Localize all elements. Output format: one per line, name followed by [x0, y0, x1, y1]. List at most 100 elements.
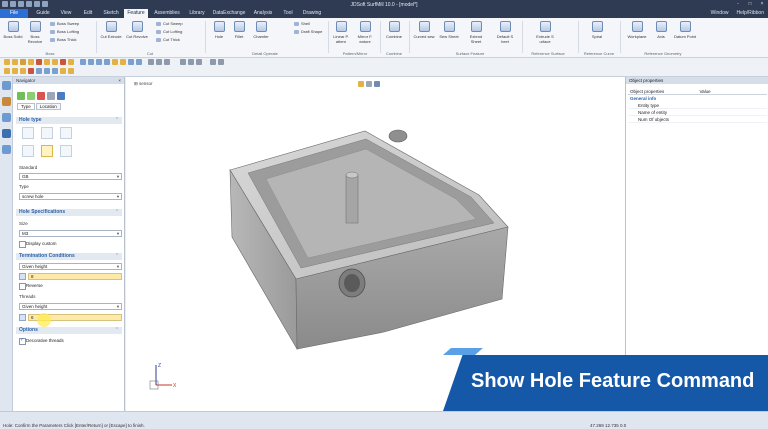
decorative-threads-checkbox[interactable]: Decorative threads: [19, 337, 64, 345]
termination-depth-input[interactable]: 8: [28, 273, 122, 280]
hole-button[interactable]: Hole: [208, 21, 230, 39]
tab-feature[interactable]: Feature: [124, 9, 148, 18]
fit-icon[interactable]: [136, 59, 142, 65]
cut-sweep-button[interactable]: Cut Sweep: [156, 21, 183, 27]
hide-icon[interactable]: [60, 68, 66, 74]
default-sheet-button[interactable]: Default S heet: [494, 21, 516, 44]
boss-lofting-button[interactable]: Boss Lofting: [50, 29, 79, 35]
collapse-icon[interactable]: ⌃: [115, 253, 119, 260]
show-icon[interactable]: [68, 68, 74, 74]
extrude-surface-button[interactable]: Extrude S urface: [534, 21, 556, 44]
snap-intersect-icon[interactable]: [36, 59, 42, 65]
boss-thick-button[interactable]: Boss Thick: [50, 37, 77, 43]
tab-file[interactable]: File: [0, 9, 28, 18]
snap-tangent-icon[interactable]: [44, 59, 50, 65]
sew-sheet-button[interactable]: Sew Sheet: [438, 21, 460, 39]
hole-type-simple[interactable]: [22, 127, 34, 139]
chamfer-button[interactable]: Chamfer: [250, 21, 272, 39]
view-right-icon[interactable]: [96, 59, 102, 65]
tab-sketch[interactable]: Sketch: [100, 9, 122, 18]
wireframe-icon[interactable]: [156, 59, 162, 65]
plane-xy-icon[interactable]: [4, 68, 10, 74]
measure-icon[interactable]: [196, 59, 202, 65]
tab-guide[interactable]: Guide: [32, 9, 54, 18]
maximize-button[interactable]: □: [746, 1, 754, 7]
snap-center-icon[interactable]: [28, 59, 34, 65]
snap-midpoint-icon[interactable]: [20, 59, 26, 65]
apply-icon[interactable]: [27, 92, 35, 100]
hole-type-tapered[interactable]: [22, 145, 34, 157]
delete-icon[interactable]: [28, 68, 34, 74]
tab-type[interactable]: Type: [17, 103, 35, 110]
section-termination-conditions[interactable]: Termination Conditions ⌃: [16, 253, 122, 260]
layer-panel-icon[interactable]: [2, 97, 11, 106]
depth-icon[interactable]: [19, 273, 26, 280]
shell-button[interactable]: Shell: [294, 21, 310, 27]
boss-sweep-button[interactable]: Boss Sweep: [50, 21, 79, 27]
extend-sheet-button[interactable]: Extend Sheet: [465, 21, 487, 44]
hole-type-pipe[interactable]: [60, 145, 72, 157]
curved-sew-button[interactable]: Curved sew: [413, 21, 435, 39]
hole-type-screw[interactable]: [41, 145, 53, 157]
snap-off-icon[interactable]: [60, 59, 66, 65]
help-menu[interactable]: Help/Ribbon: [736, 9, 764, 18]
properties-group-general[interactable]: General info: [628, 96, 767, 102]
collapse-icon[interactable]: ⌃: [115, 117, 119, 124]
hole-type-counterbore[interactable]: [41, 127, 53, 139]
navigator-panel-icon[interactable]: [2, 81, 11, 90]
combine-button[interactable]: Combine: [383, 21, 405, 39]
workplane-button[interactable]: Workplane: [626, 21, 648, 39]
tab-view[interactable]: View: [56, 9, 76, 18]
cut-revolve-button[interactable]: Cut Revolve: [126, 21, 148, 39]
close-button[interactable]: ×: [758, 1, 766, 7]
tab-location[interactable]: Location: [35, 103, 61, 110]
axis-button[interactable]: Axis: [650, 21, 672, 39]
view-iso-icon[interactable]: [104, 59, 110, 65]
history-panel-icon[interactable]: [2, 145, 11, 154]
layer-icon[interactable]: [180, 59, 186, 65]
zoom-icon[interactable]: [112, 59, 118, 65]
filter-icon[interactable]: [218, 59, 224, 65]
select-icon[interactable]: [210, 59, 216, 65]
size-select[interactable]: M3 ▼: [19, 230, 122, 237]
cut-extrude-button[interactable]: Cut Extrude: [100, 21, 122, 39]
plane-yz-icon[interactable]: [12, 68, 18, 74]
copy-icon[interactable]: [36, 68, 42, 74]
draft-shape-button[interactable]: Draft Shape: [294, 29, 322, 35]
window-menu[interactable]: Window: [711, 9, 729, 18]
depth-icon[interactable]: [19, 314, 26, 321]
threads-select[interactable]: Given height ▼: [19, 303, 122, 310]
cut-thick-button[interactable]: Cut Thick: [156, 37, 180, 43]
view-front-icon[interactable]: [88, 59, 94, 65]
collapse-icon[interactable]: ⌃: [115, 209, 119, 216]
confirm-icon[interactable]: [17, 92, 25, 100]
transform-icon[interactable]: [52, 68, 58, 74]
type-select[interactable]: screw hole ▼: [19, 193, 122, 200]
fillet-button[interactable]: Fillet: [228, 21, 250, 39]
library-panel-icon[interactable]: [2, 129, 11, 138]
snap-grid-icon[interactable]: [68, 59, 74, 65]
reverse-checkbox[interactable]: Reverse: [19, 283, 43, 290]
display-custom-checkbox[interactable]: Display custom: [19, 241, 57, 248]
linear-pattern-button[interactable]: Linear P. attern: [330, 21, 352, 44]
view-top-icon[interactable]: [80, 59, 86, 65]
close-icon[interactable]: ×: [118, 77, 121, 84]
render-mode-icon[interactable]: [148, 59, 154, 65]
tab-tool[interactable]: Tool: [280, 9, 296, 18]
tab-edit[interactable]: Edit: [78, 9, 98, 18]
boss-revolve-button[interactable]: Boss Revolve: [24, 21, 46, 44]
mirror-feature-button[interactable]: Mirror F. eature: [354, 21, 376, 44]
snap-perpendicular-icon[interactable]: [52, 59, 58, 65]
snap-endpoint-icon[interactable]: [12, 59, 18, 65]
tab-analysis[interactable]: Analysis: [250, 9, 276, 18]
cut-lofting-button[interactable]: Cut Lofting: [156, 29, 182, 35]
help-icon[interactable]: [57, 92, 65, 100]
tab-drawing[interactable]: Drawing: [300, 9, 324, 18]
move-icon[interactable]: [44, 68, 50, 74]
tab-assemblies[interactable]: Assemblies: [152, 9, 182, 18]
tree-panel-icon[interactable]: [2, 113, 11, 122]
color-icon[interactable]: [188, 59, 194, 65]
rotate-icon[interactable]: [128, 59, 134, 65]
section-hole-type[interactable]: Hole type ⌃: [16, 117, 122, 124]
snap-icon[interactable]: [4, 59, 10, 65]
